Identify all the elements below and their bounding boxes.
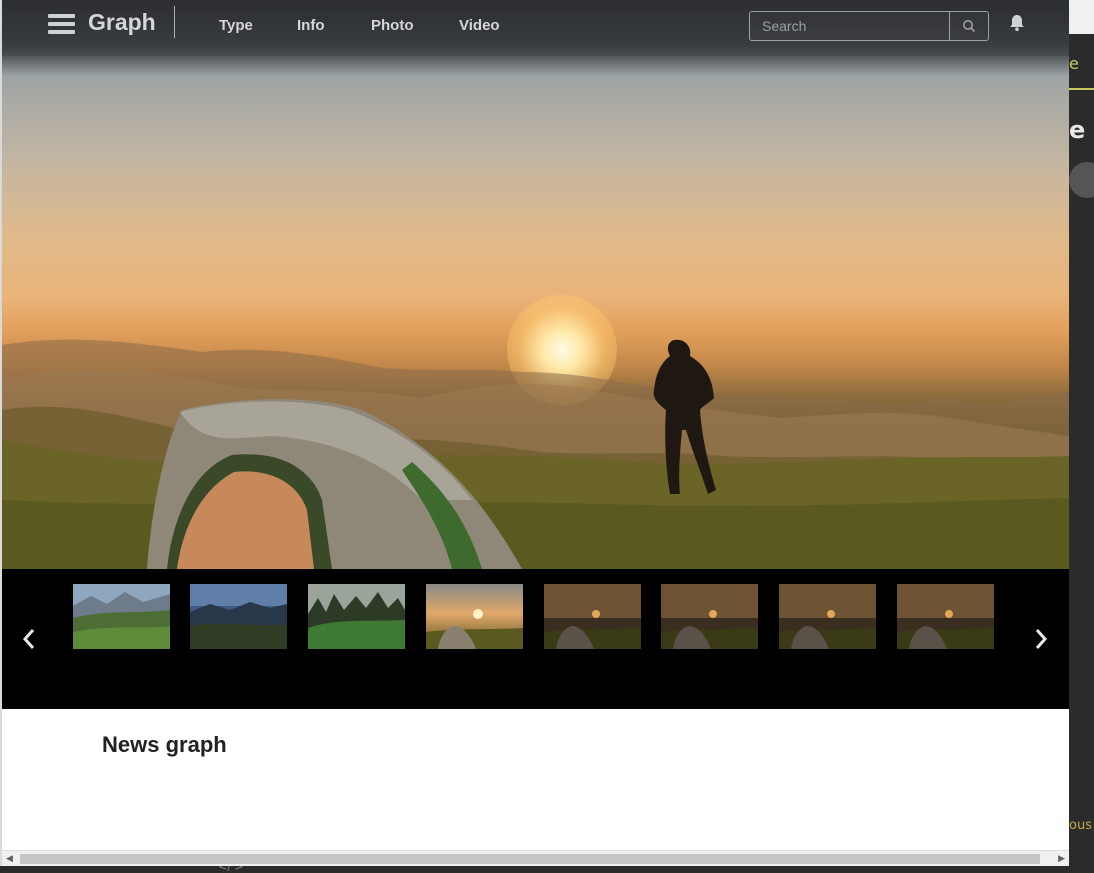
content-section: News graph: [2, 709, 1069, 850]
thumbnail-image: [426, 584, 523, 649]
horizontal-scrollbar[interactable]: ◀ ▶: [2, 850, 1069, 866]
thumbnail-gallery: [2, 569, 1069, 709]
title-bold: graph: [165, 732, 227, 757]
scrollbar-thumb[interactable]: [20, 854, 1040, 864]
title-prefix: News: [102, 732, 160, 757]
thumbnail-image: [779, 584, 876, 649]
thumbnail-image: [897, 584, 994, 649]
thumbnail-image: [190, 584, 287, 649]
hero-scene: [2, 339, 1069, 569]
thumbnail-item[interactable]: [661, 584, 758, 649]
thumbnail-image: [544, 584, 641, 649]
gallery-prev-button[interactable]: [19, 627, 39, 651]
navbar-shadow: [2, 56, 1069, 76]
browser-window: Graph Type Info Photo Video Search News …: [0, 0, 1069, 866]
thumbnail-item[interactable]: [308, 584, 405, 649]
editor-avatar: [1069, 162, 1094, 198]
thumbnail-item[interactable]: [779, 584, 876, 649]
nav-link-video[interactable]: Video: [459, 17, 500, 34]
search-button[interactable]: [949, 12, 988, 40]
thumbnail-item[interactable]: [897, 584, 994, 649]
hamburger-menu-icon[interactable]: [48, 14, 75, 34]
thumbnail-item[interactable]: [544, 584, 641, 649]
thumbnail-image: [73, 584, 170, 649]
gallery-next-button[interactable]: [1031, 627, 1051, 651]
brand-logo[interactable]: Graph: [88, 9, 156, 36]
thumbnail-item[interactable]: [426, 584, 523, 649]
chevron-right-icon: [1035, 629, 1048, 649]
nav-link-photo[interactable]: Photo: [371, 17, 414, 34]
nav-divider: [174, 6, 175, 38]
thumbnail-image: [308, 584, 405, 649]
section-title: News graph: [102, 732, 227, 758]
thumbnail-item[interactable]: [73, 584, 170, 649]
search-icon: [963, 20, 976, 33]
thumbnail-image: [661, 584, 758, 649]
editor-top-strip: [1069, 0, 1094, 34]
search-box: [749, 11, 989, 41]
nav-link-info[interactable]: Info: [297, 17, 325, 34]
editor-code-fragment: ous: [1069, 818, 1092, 833]
editor-heading-fragment: e: [1069, 116, 1086, 144]
hero-image: [2, 0, 1069, 569]
chevron-left-icon: [22, 629, 35, 649]
scroll-left-icon[interactable]: ◀: [6, 854, 13, 864]
scroll-right-icon[interactable]: ▶: [1058, 854, 1065, 864]
thumbnail-item[interactable]: [190, 584, 287, 649]
editor-text-fragment: e: [1069, 54, 1079, 73]
top-navbar: Graph Type Info Photo Video: [2, 0, 1069, 56]
bell-icon[interactable]: [1008, 13, 1026, 33]
editor-underline: [1069, 88, 1094, 90]
search-input[interactable]: [750, 12, 949, 40]
nav-link-type[interactable]: Type: [219, 17, 253, 34]
background-editor-panel: e e ous: [1069, 0, 1094, 873]
